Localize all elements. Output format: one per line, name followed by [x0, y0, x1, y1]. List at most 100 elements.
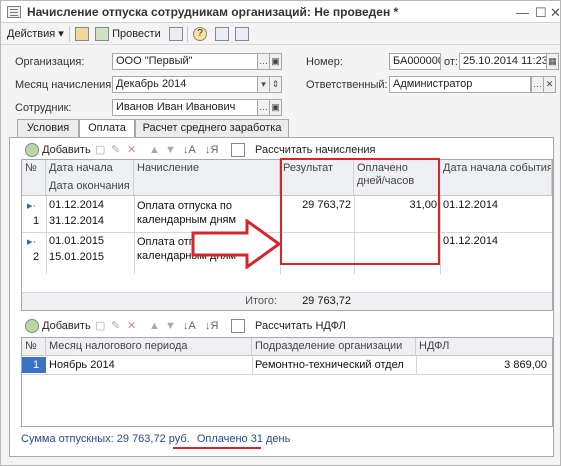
date-prefix: от:	[444, 56, 458, 68]
move-up-icon[interactable]: ▲	[149, 318, 160, 334]
add-label: Добавить	[42, 144, 91, 156]
responsible-label: Ответственный:	[306, 79, 388, 91]
title-bar: Начисление отпуска сотрудникам организац…	[1, 1, 561, 23]
row-start: 01.12.2014	[49, 199, 105, 211]
divider	[22, 374, 552, 375]
number-field[interactable]: БА0000000	[389, 53, 441, 70]
table-icon[interactable]	[231, 142, 245, 158]
sort-asc-icon[interactable]: ↓A	[183, 318, 196, 334]
move-down-icon[interactable]: ▼	[165, 318, 176, 334]
col-division-header: Подразделение организации	[252, 338, 416, 356]
sort-desc-icon[interactable]: ↓Я	[205, 142, 218, 158]
col-num-header: №	[22, 160, 46, 196]
row-marker-icon: ▸·	[27, 236, 37, 248]
month-field[interactable]: Декабрь 2014	[112, 76, 258, 93]
col-accrual-header: Начисление	[134, 160, 280, 196]
help-icon[interactable]: ?	[193, 26, 207, 42]
responsible-field[interactable]: Администратор	[389, 76, 531, 93]
tab-conditions[interactable]: Условия	[17, 119, 79, 137]
row-num: 2	[33, 251, 40, 263]
add-button[interactable]: Добавить	[25, 142, 91, 158]
maximize-icon[interactable]: ☐	[535, 5, 547, 21]
row-period: Ноябрь 2014	[49, 359, 115, 371]
employee-field[interactable]: Иванов Иван Иванович	[112, 99, 258, 116]
divider	[187, 26, 188, 42]
total-value: 29 763,72	[302, 295, 351, 307]
move-up-icon[interactable]: ▲	[149, 142, 160, 158]
tax-toolbar: Добавить ▢ ✎ ✕ ▲ ▼ ↓A ↓Я Рассчитать НДФЛ	[15, 317, 555, 335]
close-icon[interactable]: ✕	[550, 5, 561, 21]
row-marker-icon: ▸·	[27, 200, 37, 212]
row-start: 01.01.2015	[49, 235, 105, 247]
col-start-header: Дата начала	[46, 160, 134, 178]
employee-label: Сотрудник:	[15, 102, 72, 114]
row-division: Ремонтно-технический отдел	[255, 359, 404, 371]
open-icon[interactable]: ▣	[269, 53, 282, 70]
delete-icon[interactable]: ✕	[127, 142, 136, 158]
clear-icon[interactable]: ✕	[543, 76, 556, 93]
delete-icon[interactable]: ✕	[127, 318, 136, 334]
annotation-underline	[173, 447, 261, 449]
move-down-icon[interactable]: ▼	[165, 142, 176, 158]
col-period-header: Месяц налогового периода	[46, 338, 252, 356]
number-label: Номер:	[306, 56, 343, 68]
tab-payment[interactable]: Оплата	[79, 119, 135, 138]
row-num: 1	[33, 215, 40, 227]
edit-icon[interactable]: ✎	[111, 318, 120, 334]
copy-icon[interactable]	[75, 26, 89, 42]
calc-ndfl-button[interactable]: Рассчитать НДФЛ	[255, 318, 346, 334]
calendar-icon[interactable]: ▦	[546, 53, 559, 70]
tax-table: № Месяц налогового периода Подразделение…	[21, 337, 553, 427]
col-ndfl-header: НДФЛ	[419, 340, 450, 352]
col-event-start-header: Дата начала события	[440, 160, 552, 196]
row-event-start: 01.12.2014	[443, 235, 499, 247]
accruals-toolbar: Добавить ▢ ✎ ✕ ▲ ▼ ↓A ↓Я Рассчитать начи…	[15, 141, 555, 159]
row-event-start: 01.12.2014	[443, 199, 499, 211]
organization-label: Организация:	[15, 56, 85, 68]
document-window: Начисление отпуска сотрудникам организац…	[0, 0, 561, 466]
row-end: 31.12.2014	[49, 215, 105, 227]
col-end-header: Дата окончания	[46, 178, 134, 196]
table-icon[interactable]	[231, 318, 245, 334]
date-field[interactable]: 25.10.2014 11:23:	[459, 53, 549, 70]
post-icon	[95, 27, 109, 42]
actions-label: Действия	[7, 28, 56, 40]
structure-icon[interactable]	[235, 26, 249, 42]
print-icon[interactable]	[169, 26, 183, 42]
minimize-icon[interactable]: —	[516, 5, 529, 20]
row-num: 1	[33, 359, 40, 371]
list-icon[interactable]	[215, 26, 229, 42]
paid-days-text: Оплачено 31 день	[196, 433, 291, 445]
add-button[interactable]: Добавить	[25, 318, 91, 334]
copy-icon[interactable]: ▢	[95, 318, 105, 334]
total-label: Итого:	[245, 295, 277, 307]
actions-menu[interactable]: Действия ▾	[7, 26, 64, 42]
col-num-header: №	[22, 338, 46, 356]
window-title: Начисление отпуска сотрудникам организац…	[27, 5, 399, 19]
add-icon	[25, 319, 39, 334]
open-icon[interactable]: ▣	[269, 99, 282, 116]
tab-average-earnings[interactable]: Расчет среднего заработка	[135, 119, 289, 137]
post-label: Провести	[112, 28, 161, 40]
post-button[interactable]: Провести	[95, 26, 161, 42]
footer-summary: Сумма отпускных: 29 763,72 руб. Оплачено…	[21, 433, 290, 445]
main-toolbar: Действия ▾ Провести ?	[1, 23, 560, 45]
copy-icon[interactable]: ▢	[95, 142, 105, 158]
divider	[252, 356, 253, 374]
stepper-icon[interactable]: ⇕	[269, 76, 282, 93]
add-label: Добавить	[42, 320, 91, 332]
calc-accruals-button[interactable]: Рассчитать начисления	[255, 142, 376, 158]
vacation-sum-text: Сумма отпускных: 29 763,72 руб.	[21, 433, 190, 445]
annotation-box	[280, 158, 440, 265]
sort-asc-icon[interactable]: ↓A	[183, 142, 196, 158]
row-ndfl: 3 869,00	[504, 359, 547, 371]
document-icon	[7, 6, 21, 18]
month-label: Месяц начисления:	[15, 79, 115, 91]
divider	[69, 26, 70, 42]
add-icon	[25, 143, 39, 158]
sort-desc-icon[interactable]: ↓Я	[205, 318, 218, 334]
divider	[416, 356, 417, 374]
annotation-arrow-icon	[191, 219, 282, 269]
edit-icon[interactable]: ✎	[111, 142, 120, 158]
organization-field[interactable]: ООО "Первый"	[112, 53, 258, 70]
